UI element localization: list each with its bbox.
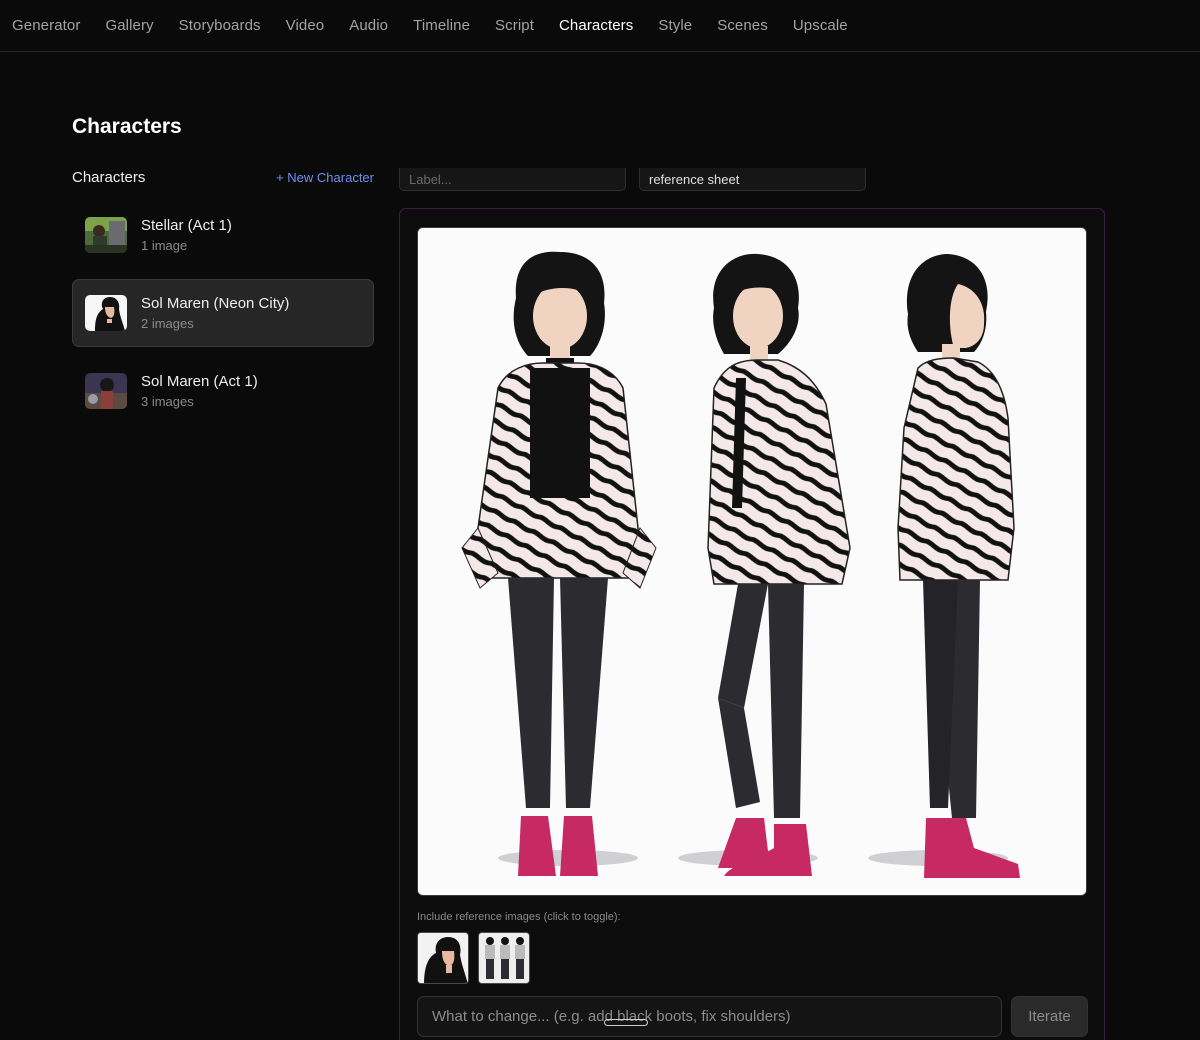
character-item-stellar-act1[interactable]: Stellar (Act 1) 1 image — [72, 201, 374, 269]
character-image-count: 1 image — [141, 238, 188, 253]
tab-generator[interactable]: Generator — [12, 17, 80, 34]
tab-style[interactable]: Style — [658, 17, 692, 34]
turnaround-thumb-icon — [479, 933, 529, 983]
reference-image-toggle-profile[interactable] — [417, 932, 469, 984]
reference-sheet-image[interactable] — [417, 227, 1087, 896]
resize-handle[interactable] — [604, 1019, 648, 1026]
tab-upscale[interactable]: Upscale — [793, 17, 848, 34]
iterate-button[interactable]: Iterate — [1011, 996, 1088, 1037]
character-name: Sol Maren (Neon City) — [141, 295, 290, 312]
sidebar-heading: Characters — [72, 169, 146, 186]
profile-thumb-icon — [418, 933, 468, 983]
tab-script[interactable]: Script — [495, 17, 534, 34]
tab-audio[interactable]: Audio — [349, 17, 388, 34]
reference-image-toggle-turnaround[interactable] — [478, 932, 530, 984]
character-image-count: 2 images — [141, 316, 194, 331]
character-item-sol-maren-neon-city[interactable]: Sol Maren (Neon City) 2 images — [72, 279, 374, 347]
tab-characters[interactable]: Characters — [559, 17, 633, 34]
top-nav: Generator Gallery Storyboards Video Audi… — [0, 0, 1200, 52]
tab-scenes[interactable]: Scenes — [717, 17, 768, 34]
iterate-prompt-input[interactable] — [417, 996, 1002, 1037]
reference-images-label: Include reference images (click to toggl… — [417, 911, 621, 923]
tag-input[interactable] — [639, 168, 866, 191]
label-input[interactable] — [399, 168, 626, 191]
character-image-count: 3 images — [141, 394, 194, 409]
tab-video[interactable]: Video — [286, 17, 325, 34]
stellar-portrait-icon — [85, 217, 127, 253]
new-character-button[interactable]: + New Character — [276, 170, 374, 185]
sidebar-header: Characters + New Character — [72, 169, 374, 186]
page-title: Characters — [72, 115, 182, 138]
character-name: Sol Maren (Act 1) — [141, 373, 258, 390]
character-name: Stellar (Act 1) — [141, 217, 232, 234]
tab-gallery[interactable]: Gallery — [105, 17, 153, 34]
character-turnaround-illustration — [418, 228, 1086, 895]
tab-storyboards[interactable]: Storyboards — [179, 17, 261, 34]
sol-maren-profile-icon — [85, 295, 127, 331]
character-item-sol-maren-act1[interactable]: Sol Maren (Act 1) 3 images — [72, 357, 374, 425]
tab-timeline[interactable]: Timeline — [413, 17, 470, 34]
sol-maren-act1-portrait-icon — [85, 373, 127, 409]
